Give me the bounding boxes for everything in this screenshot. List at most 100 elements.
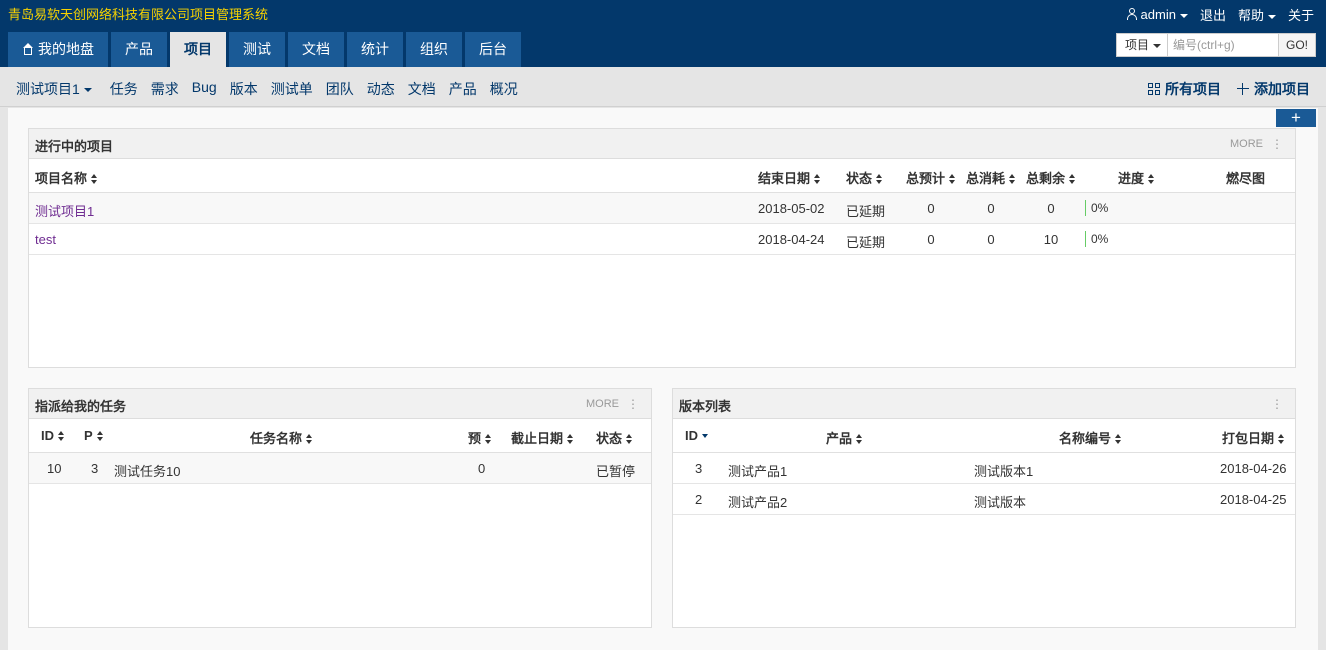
user-menu[interactable]: admin	[1126, 7, 1188, 22]
add-project-link[interactable]: 添加项目	[1237, 79, 1310, 99]
user-icon	[1126, 8, 1138, 20]
col-pri[interactable]: P	[84, 428, 103, 443]
kebab-icon[interactable]: ⋮	[1271, 396, 1283, 412]
kebab-icon[interactable]: ⋮	[627, 396, 639, 412]
task-name-link[interactable]: 测试任务10	[114, 461, 180, 480]
sort-icon	[567, 434, 574, 444]
sub-nav: 测试项目1 任务 需求 Bug 版本 测试单 团队 动态 文档 产品 概况 所有…	[0, 67, 1326, 107]
col-label: 总消耗	[966, 171, 1006, 186]
progress-value: 0%	[1085, 200, 1108, 216]
kebab-icon[interactable]: ⋮	[1271, 136, 1283, 152]
col-left[interactable]: 总剩余	[1026, 168, 1076, 187]
col-estimate[interactable]: 预	[468, 428, 492, 447]
help-label: 帮助	[1237, 8, 1264, 23]
col-end-date[interactable]: 结束日期	[758, 168, 821, 187]
chevron-down-icon	[83, 88, 92, 93]
col-date[interactable]: 打包日期	[1222, 428, 1285, 447]
ongoing-projects-panel: 进行中的项目 MORE ⋮ 项目名称 结束日期 状态 总预计 总消耗 总剩余 进…	[28, 128, 1296, 368]
subnav-item-testtask[interactable]: 测试单	[271, 79, 313, 99]
project-name-link[interactable]: test	[35, 232, 56, 247]
search-input[interactable]	[1168, 34, 1278, 56]
help-menu[interactable]: 帮助	[1238, 5, 1276, 24]
sort-icon	[1148, 174, 1155, 184]
project-switcher[interactable]: 测试项目1	[16, 79, 92, 99]
my-tasks-panel: 指派给我的任务 MORE ⋮ ID P 任务名称 预 截止日期 状态 10 3 …	[28, 388, 652, 628]
header: 青岛易软天创网络科技有限公司项目管理系统 admin 退出 帮助 关于 我的地盘…	[0, 0, 1326, 67]
status: 已延期	[846, 235, 886, 250]
estimate: 0	[927, 232, 935, 247]
subnav-item-doc[interactable]: 文档	[408, 79, 436, 99]
user-name: admin	[1140, 7, 1176, 22]
build-name-link[interactable]: 测试版本1	[974, 461, 1033, 480]
logout-link[interactable]: 退出	[1200, 5, 1226, 24]
plus-icon	[1237, 83, 1249, 95]
tab-qa[interactable]: 测试	[229, 32, 285, 67]
search-go-button[interactable]: GO!	[1278, 34, 1315, 56]
tab-company[interactable]: 组织	[406, 32, 462, 67]
col-label: 状态	[596, 431, 623, 446]
builds-panel: 版本列表 ⋮ ID 产品 名称编号 打包日期 3 测试产品1 测试版本1 201…	[672, 388, 1296, 628]
col-estimate[interactable]: 总预计	[906, 168, 956, 187]
table-row: 3 测试产品1 测试版本1 2018-04-26	[673, 453, 1295, 484]
col-label: 总剩余	[1026, 171, 1066, 186]
tab-my[interactable]: 我的地盘	[8, 32, 108, 67]
subnav-item-team[interactable]: 团队	[326, 79, 354, 99]
panel-header: 版本列表 ⋮	[673, 389, 1295, 419]
build-product: 测试产品1	[728, 464, 788, 479]
tab-doc[interactable]: 文档	[288, 32, 344, 67]
subnav-item-dynamic[interactable]: 动态	[367, 79, 395, 99]
col-consumed[interactable]: 总消耗	[966, 168, 1016, 187]
end-date: 2018-04-24	[758, 232, 825, 247]
col-status[interactable]: 状态	[596, 428, 633, 447]
left: 10	[1043, 232, 1059, 247]
all-projects-label: 所有项目	[1165, 81, 1221, 97]
more-link[interactable]: MORE	[1230, 138, 1263, 150]
col-build-name[interactable]: 名称编号	[1059, 428, 1122, 447]
add-block-button[interactable]: +	[1276, 109, 1316, 127]
sort-desc-icon	[702, 431, 708, 441]
col-task-name[interactable]: 任务名称	[250, 428, 313, 447]
subnav-item-product[interactable]: 产品	[449, 79, 477, 99]
sort-icon	[876, 174, 883, 184]
col-product[interactable]: 产品	[826, 428, 863, 447]
all-projects-link[interactable]: 所有项目	[1148, 79, 1221, 99]
col-status[interactable]: 状态	[846, 168, 883, 187]
tab-report[interactable]: 统计	[347, 32, 403, 67]
subnav-item-bug[interactable]: Bug	[192, 79, 217, 99]
col-label: 任务名称	[250, 431, 303, 446]
tab-project[interactable]: 项目	[170, 32, 226, 67]
tab-product[interactable]: 产品	[111, 32, 167, 67]
build-name-link[interactable]: 测试版本	[974, 492, 1026, 511]
panel-title: 进行中的项目	[35, 139, 114, 154]
task-status: 已暂停	[596, 464, 636, 479]
company-name: 青岛易软天创网络科技有限公司项目管理系统	[8, 7, 269, 22]
subnav-item-build[interactable]: 版本	[230, 79, 258, 99]
sort-icon	[58, 431, 64, 441]
table-row: 2 测试产品2 测试版本 2018-04-25	[673, 484, 1295, 515]
task-id: 10	[47, 461, 62, 476]
col-progress[interactable]: 进度	[1118, 168, 1155, 187]
col-deadline[interactable]: 截止日期	[511, 428, 574, 447]
more-link[interactable]: MORE	[586, 398, 619, 410]
col-label: 截止日期	[511, 431, 564, 446]
search-type-select[interactable]: 项目	[1117, 34, 1168, 56]
about-link[interactable]: 关于	[1288, 5, 1314, 24]
col-project-name[interactable]: 项目名称	[35, 168, 98, 187]
sort-icon	[626, 434, 633, 444]
consumed: 0	[987, 232, 995, 247]
subnav-item-story[interactable]: 需求	[151, 79, 179, 99]
col-label: 结束日期	[758, 171, 811, 186]
tab-admin[interactable]: 后台	[465, 32, 521, 67]
sub-nav-items: 测试项目1 任务 需求 Bug 版本 测试单 团队 动态 文档 产品 概况	[16, 79, 518, 99]
col-id[interactable]: ID	[41, 428, 64, 443]
subnav-item-view[interactable]: 概况	[490, 79, 518, 99]
col-id[interactable]: ID	[685, 428, 708, 443]
col-label: 进度	[1118, 171, 1145, 186]
top-nav: admin 退出 帮助 关于	[1126, 5, 1314, 24]
subnav-item-task[interactable]: 任务	[110, 79, 138, 99]
sort-icon	[485, 434, 492, 444]
table-row: 测试项目1 2018-05-02 已延期 0 0 0 0%	[29, 193, 1295, 224]
project-name-link[interactable]: 测试项目1	[35, 201, 94, 220]
add-project-label: 添加项目	[1254, 81, 1310, 97]
chevron-down-icon	[1179, 13, 1188, 18]
